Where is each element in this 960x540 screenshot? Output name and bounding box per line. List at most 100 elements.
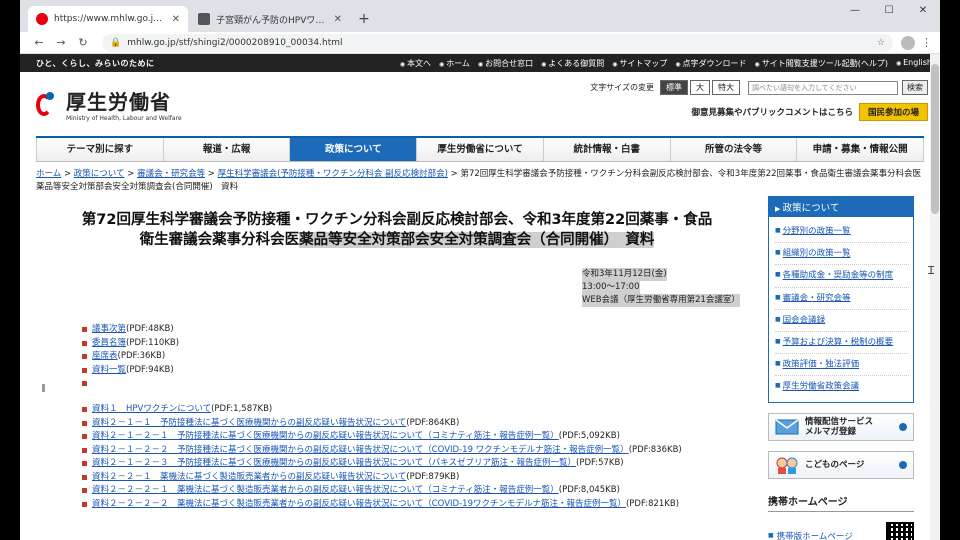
mobile-site-link[interactable]: 携帯版ホームページ [777, 530, 853, 540]
meeting-place: WEB会議（厚生労働省専用第21会議室） [582, 294, 740, 307]
url-input[interactable]: 🔒 mhlw.go.jp/stf/shingi2/0000208910_0003… [102, 33, 893, 52]
browser-tab-active[interactable]: https://www.mhlw.go.jp/stf/shingi ✕ [28, 6, 188, 32]
list-item: 資料２－２－２－１ 薬機法に基づく製造販売業者からの副反応疑い報告状況について（… [82, 484, 758, 498]
gnav-policy[interactable]: 政策について [290, 138, 418, 161]
logo-japanese: 厚生労働省 [66, 90, 171, 114]
tab-title: https://www.mhlw.go.jp/stf/shingi [54, 14, 166, 24]
font-size-large-button[interactable]: 大 [690, 80, 710, 95]
list-item: 資料２－１－２－２ 予防接種法に基づく医療機関からの副反応疑い報告状況について（… [82, 444, 758, 458]
font-size-xlarge-button[interactable]: 特大 [712, 80, 740, 95]
site-search-button[interactable]: 検索 [902, 80, 928, 95]
util-link-braille[interactable]: 点字ダウンロード [675, 58, 747, 69]
site-logo[interactable]: 厚生労働省 Ministry of Health, Labour and Wel… [36, 86, 182, 122]
gnav-laws[interactable]: 所管の法令等 [670, 138, 798, 161]
sidebar-link[interactable]: 国会会議録 [783, 315, 826, 325]
file-link[interactable]: 資料２－２－２－２ 薬機法に基づく製造販売業者からの副反応疑い報告状況について（… [92, 499, 626, 509]
maximize-button[interactable]: ☐ [872, 0, 906, 22]
breadcrumb-home[interactable]: ホーム [36, 169, 61, 179]
file-size: (PDF:821KB) [625, 498, 680, 509]
top-utility-strip: ひと、くらし、みらいのために 本文へ ホーム お問合せ窓口 よくある御質問 サイ… [20, 54, 940, 72]
util-link-english[interactable]: English [896, 58, 932, 69]
title-line-2: 衛生審議会薬事分科会医 [139, 232, 300, 248]
util-link-contact[interactable]: お問合せ窓口 [478, 58, 533, 69]
breadcrumb-councils[interactable]: 審議会・研究会等 [137, 169, 205, 179]
close-tab-icon[interactable]: ✕ [172, 14, 180, 25]
sidebar-item: 各種助成金・奨励金等の制度 [775, 265, 909, 288]
close-window-button[interactable]: ✕ [906, 0, 940, 22]
mhlw-favicon-icon [36, 13, 48, 25]
list-item: 資料２－１－１ 予防接種法に基づく医療機関からの副反応疑い報告状況について(PD… [82, 417, 758, 431]
meeting-date: 令和3年11月12日(金) [582, 268, 667, 281]
file-link[interactable]: 座席表 [92, 351, 118, 361]
scrollbar-thumb[interactable] [931, 64, 939, 214]
breadcrumb-policy[interactable]: 政策について [74, 169, 125, 179]
kids-page-banner[interactable]: こどものページ [768, 450, 914, 479]
file-size: (PDF:879KB) [406, 471, 460, 482]
mobile-link-row: ■ 携帯版ホームページ [768, 521, 914, 540]
menu-kebab-icon[interactable]: ⋮ [921, 36, 932, 50]
minimize-button[interactable]: — [838, 0, 872, 22]
sidebar-link[interactable]: 厚生労働省政策会議 [783, 382, 860, 392]
utility-links: 本文へ ホーム お問合せ窓口 よくある御質問 サイトマップ 点字ダウンロード サ… [400, 58, 932, 69]
browser-tab[interactable]: 子宮頸がん予防のHPVワクチン「積極」 ✕ [190, 6, 350, 32]
back-button[interactable]: ← [28, 36, 50, 49]
meeting-time: 13:00～17:00 [582, 281, 640, 294]
breadcrumb-council-group[interactable]: 厚生科学審議会(予防接種・ワクチン分科会 副反応検討部会) [218, 169, 448, 179]
util-link-home[interactable]: ホーム [439, 58, 470, 69]
sidebar-item: 組織別の政策一覧 [775, 243, 909, 266]
gnav-theme[interactable]: テーマ別に探す [36, 138, 164, 161]
sidebar-link[interactable]: 政策評価・独法評価 [783, 360, 860, 370]
gnav-statistics[interactable]: 統計情報・白書 [543, 138, 671, 161]
tab-strip: https://www.mhlw.go.jp/stf/shingi ✕ 子宮頸が… [20, 0, 940, 32]
title-line-1: 第72回厚生科学審議会予防接種・ワクチン分科会副反応検討部会、令和3年度第22回… [81, 212, 713, 228]
file-link[interactable]: 委員名簿 [92, 338, 126, 348]
sidebar-link[interactable]: 組織別の政策一覧 [783, 249, 851, 259]
file-link[interactable]: 議事次第 [92, 324, 126, 334]
sidebar-link[interactable]: 審議会・研究会等 [783, 293, 851, 303]
file-size: (PDF:57KB) [576, 458, 624, 468]
kokumin-button[interactable]: 国民参加の場 [858, 103, 928, 121]
sidebar-link[interactable]: 各種助成金・奨励金等の制度 [783, 271, 894, 281]
address-bar: ← → ↻ 🔒 mhlw.go.jp/stf/shingi2/000020891… [20, 32, 940, 54]
title-line-2-highlight: 薬品等安全対策部会安全対策調査会（合同開催） 資料 [299, 232, 655, 248]
arrow-circle-icon [899, 422, 907, 431]
util-link-faq[interactable]: よくある御質問 [541, 58, 604, 69]
profile-avatar-icon[interactable] [901, 35, 915, 50]
forward-button[interactable]: → [50, 36, 72, 49]
file-size: (PDF:94KB) [126, 364, 174, 375]
mailmag-banner[interactable]: 情報配信サービス メルマガ登録 [768, 412, 914, 441]
util-link-accessibility[interactable]: サイト閲覧支援ツール起動(ヘルプ) [755, 58, 888, 69]
site-search-input[interactable]: 調べたい語句を入力してください [748, 80, 898, 95]
new-tab-button[interactable]: + [352, 6, 376, 32]
file-link[interactable]: 資料２－１－１ 予防接種法に基づく医療機関からの副反応疑い報告状況について [92, 418, 406, 428]
util-link-skip[interactable]: 本文へ [400, 58, 431, 69]
file-link[interactable]: 資料一覧 [92, 365, 126, 375]
util-link-sitemap[interactable]: サイトマップ [612, 58, 667, 69]
close-tab-icon[interactable]: ✕ [334, 14, 342, 25]
list-item: 議事次第(PDF:48KB) [82, 323, 758, 337]
tab-title: 子宮頸がん予防のHPVワクチン「積極」 [216, 15, 328, 26]
sidebar-link[interactable]: 分野別の政策一覧 [783, 226, 851, 236]
file-link[interactable]: 資料２－１－２－３ 予防接種法に基づく医療機関からの副反応疑い報告状況について（… [92, 458, 576, 468]
sidebar-item: 審議会・研究会等 [775, 288, 909, 310]
gnav-applications[interactable]: 申請・募集・情報公開 [797, 138, 925, 161]
sidebar: 政策について 分野別の政策一覧 組織別の政策一覧 各種助成金・奨励金等の制度 審… [768, 196, 914, 540]
list-item: 資料一覧(PDF:94KB) [82, 364, 758, 378]
file-link[interactable]: 資料１ HPVワクチンについて [92, 404, 211, 414]
font-size-standard-button[interactable]: 標準 [660, 80, 688, 95]
file-link[interactable]: 資料２－１－２－２ 予防接種法に基づく医療機関からの副反応疑い報告状況について（… [92, 445, 629, 455]
file-link[interactable]: 資料２－２－１ 薬機法に基づく製造販売業者からの副反応疑い報告状況について [92, 472, 406, 482]
gnav-about[interactable]: 厚生労働省について [417, 138, 544, 161]
sidebar-link[interactable]: 予算および決算・税制の概要 [783, 337, 894, 347]
web-page: ひと、くらし、みらいのために 本文へ ホーム お問合せ窓口 よくある御質問 サイ… [20, 54, 940, 540]
file-link[interactable]: 資料２－２－２－１ 薬機法に基づく製造販売業者からの副反応疑い報告状況について（… [92, 485, 559, 495]
policy-menu: 政策について 分野別の政策一覧 組織別の政策一覧 各種助成金・奨励金等の制度 審… [768, 196, 914, 403]
file-list: 議事次第(PDF:48KB) 委員名簿(PDF:110KB) 座席表(PDF:3… [82, 323, 758, 511]
file-link[interactable]: 資料２－１－２－１ 予防接種法に基づく医療機関からの副反応疑い報告状況について（… [92, 431, 559, 441]
reload-button[interactable]: ↻ [72, 36, 94, 49]
bookmark-star-icon[interactable]: ☆ [877, 38, 885, 48]
meeting-meta: 令和3年11月12日(金) 13:00～17:00 WEB会議（厚生労働省専用第… [582, 268, 758, 307]
banner-line-2: メルマガ登録 [805, 426, 857, 437]
header-tools: 文字サイズの変更 標準 大 特大 調べたい語句を入力してください 検索 御意見募… [568, 80, 928, 121]
gnav-press[interactable]: 報道・広報 [163, 138, 291, 161]
